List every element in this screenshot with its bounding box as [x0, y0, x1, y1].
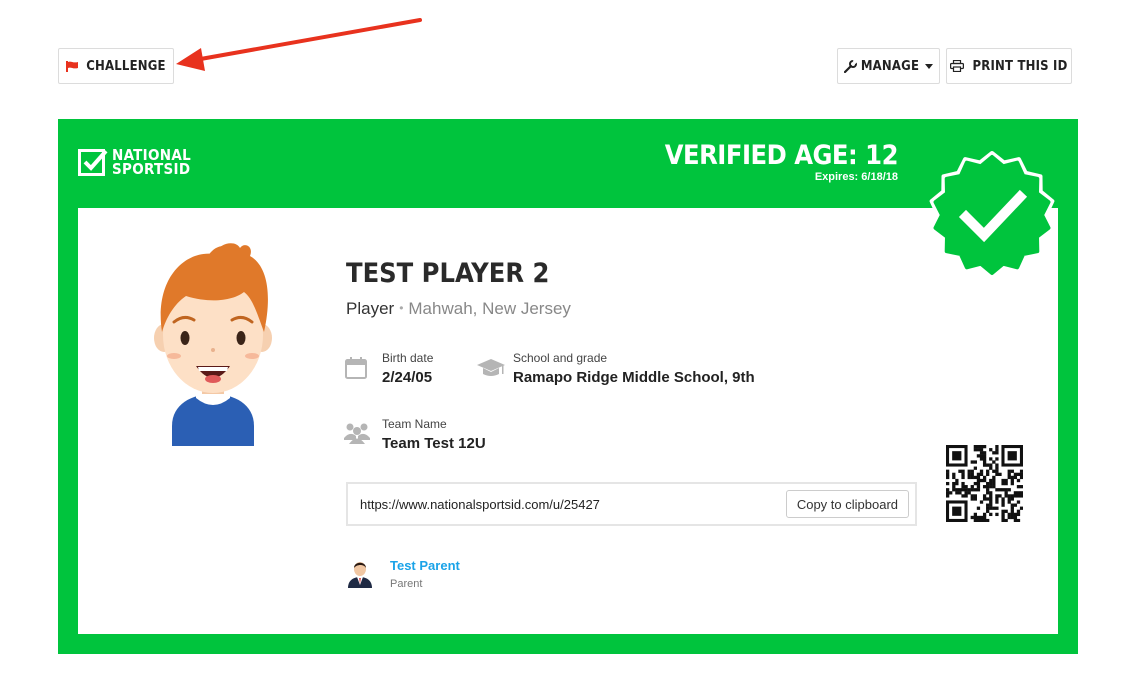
birth-date-field: Birth date 2/24/05	[382, 351, 433, 386]
graduation-cap-icon	[477, 359, 505, 376]
wrench-icon	[843, 59, 857, 73]
copy-to-clipboard-button[interactable]: Copy to clipboard	[785, 490, 909, 518]
challenge-label: CHALLENGE	[86, 58, 166, 74]
player-role: Player	[346, 299, 395, 318]
qr-code	[946, 445, 1023, 522]
expires-label: Expires:	[814, 171, 859, 183]
parent-avatar-icon	[348, 562, 372, 588]
parent-name-link[interactable]: Test Parent	[390, 558, 460, 573]
school-value: Ramapo Ridge Middle School, 9th	[513, 369, 755, 386]
separator-dot: •	[399, 301, 404, 315]
print-label: PRINT THIS ID	[972, 58, 1068, 74]
nationalsportsid-logo: NATIONAL SPORTSID	[78, 147, 191, 177]
flag-icon	[66, 60, 79, 72]
logo-check-icon	[78, 149, 108, 176]
verified-age-block: VERIFIED AGE: 12 Expires: 6/18/18	[664, 140, 899, 184]
player-name: TEST PLAYER 2	[346, 258, 550, 289]
logo-line-2: SPORTSID	[112, 160, 191, 178]
manage-label: MANAGE	[860, 58, 920, 74]
player-subline: Player • Mahwah, New Jersey	[346, 299, 571, 319]
school-label: School and grade	[513, 351, 608, 365]
parent-role: Parent	[390, 578, 423, 590]
calendar-icon	[345, 357, 367, 379]
profile-url-input[interactable]	[360, 496, 780, 512]
team-value: Team Test 12U	[382, 435, 486, 452]
expires-value: 6/18/18	[861, 171, 898, 183]
team-label: Team Name	[382, 417, 447, 431]
player-location: Mahwah, New Jersey	[408, 299, 571, 318]
profile-url-box: Copy to clipboard	[346, 482, 917, 526]
printer-icon	[950, 60, 965, 72]
birth-date-label: Birth date	[382, 351, 434, 365]
challenge-button[interactable]: CHALLENGE	[58, 48, 174, 84]
birth-date-value: 2/24/05	[382, 369, 433, 386]
group-icon	[344, 423, 370, 444]
verified-badge-icon	[929, 151, 1055, 279]
chevron-down-icon	[925, 63, 934, 69]
school-field: School and grade Ramapo Ridge Middle Sch…	[513, 351, 755, 386]
print-button[interactable]: PRINT THIS ID	[946, 48, 1072, 84]
manage-button[interactable]: MANAGE	[837, 48, 940, 84]
team-field: Team Name Team Test 12U	[382, 417, 486, 452]
verified-age-label: VERIFIED AGE: 12	[664, 140, 899, 171]
player-avatar	[154, 243, 272, 446]
